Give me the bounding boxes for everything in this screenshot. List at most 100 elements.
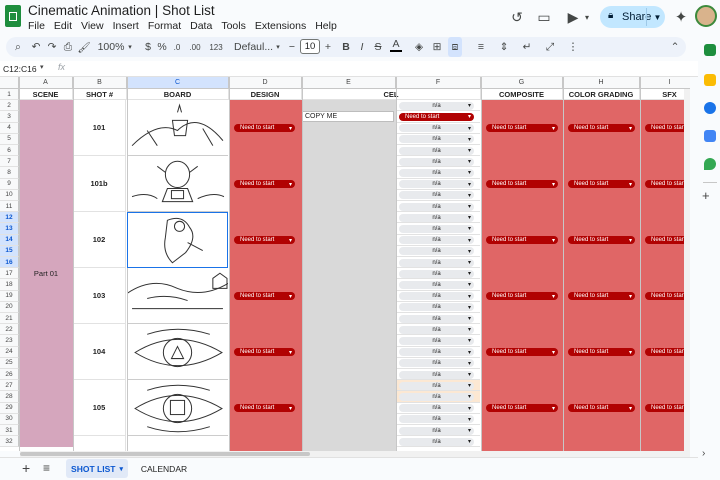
cel-na-chip[interactable]: n/a: [399, 314, 474, 323]
menu-item-edit[interactable]: Edit: [54, 20, 72, 32]
column-header-a[interactable]: A: [19, 77, 73, 89]
currency-format-button[interactable]: $: [142, 37, 154, 57]
row-header[interactable]: 31: [0, 425, 19, 437]
cel-na-chip[interactable]: n/a: [399, 437, 474, 446]
status-chip[interactable]: Need to start: [568, 404, 635, 413]
status-chip[interactable]: Need to start: [234, 404, 295, 413]
row-header[interactable]: 7: [0, 156, 19, 168]
merge-cells-icon[interactable]: ⧈: [448, 37, 462, 57]
cel-na-chip[interactable]: n/a: [399, 135, 474, 144]
status-chip[interactable]: Need to start: [486, 124, 558, 133]
strikethrough-button[interactable]: S: [372, 37, 384, 57]
column-header-g[interactable]: G: [481, 77, 563, 89]
row-header[interactable]: 6: [0, 145, 19, 157]
search-menus-icon[interactable]: ⌕: [10, 37, 26, 57]
cel-na-chip[interactable]: n/a: [399, 325, 474, 334]
cel-na-chip[interactable]: n/a: [399, 280, 474, 289]
cel-na-chip[interactable]: n/a: [399, 146, 474, 155]
row-header[interactable]: 2: [0, 100, 19, 112]
cel-na-chip[interactable]: n/a: [399, 168, 474, 177]
status-chip[interactable]: Need to start: [486, 292, 558, 301]
cel-na-chip[interactable]: n/a: [399, 213, 474, 222]
menu-item-data[interactable]: Data: [190, 20, 212, 32]
avatar[interactable]: [695, 5, 717, 27]
header-scene[interactable]: SCENE: [19, 89, 73, 101]
shot-number-cell[interactable]: 101: [73, 100, 126, 157]
cel-na-chip[interactable]: n/a: [399, 381, 474, 390]
row-header[interactable]: 26: [0, 369, 19, 381]
status-chip[interactable]: Need to start: [568, 180, 635, 189]
cel-na-chip[interactable]: n/a: [399, 202, 474, 211]
name-box-caret-icon[interactable]: ▾: [40, 63, 44, 71]
cel-na-chip[interactable]: n/a: [399, 269, 474, 278]
row-header[interactable]: 9: [0, 178, 19, 190]
status-chip[interactable]: Need to start: [486, 180, 558, 189]
row-header[interactable]: 3: [0, 111, 19, 123]
vertical-align-icon[interactable]: ⇕: [497, 37, 511, 57]
column-header-b[interactable]: B: [73, 77, 127, 89]
comments-icon[interactable]: ▭: [533, 6, 555, 28]
cel-na-chip[interactable]: n/a: [399, 124, 474, 133]
tasks-icon[interactable]: [704, 102, 716, 114]
menu-item-extensions[interactable]: Extensions: [255, 20, 306, 32]
cel-na-chip[interactable]: n/a: [399, 236, 474, 245]
storyboard-image[interactable]: [127, 324, 228, 381]
font-size-input[interactable]: 10: [300, 39, 320, 54]
shot-number-cell[interactable]: 105: [73, 380, 126, 437]
cel-na-chip[interactable]: n/a: [399, 348, 474, 357]
font-select[interactable]: Defaul...: [234, 37, 278, 57]
cel-na-chip[interactable]: n/a: [399, 180, 474, 189]
history-icon[interactable]: ↺: [506, 6, 528, 28]
cel-na-chip[interactable]: n/a: [399, 224, 474, 233]
header-composite[interactable]: COMPOSITE: [481, 89, 563, 101]
row-header[interactable]: 27: [0, 380, 19, 392]
scrollbar-thumb[interactable]: [20, 452, 310, 456]
vertical-scrollbar[interactable]: [684, 89, 690, 451]
row-header[interactable]: 1: [0, 89, 19, 101]
cel-na-chip[interactable]: n/a: [399, 426, 474, 435]
gemini-sparkle-icon[interactable]: ✦: [670, 6, 692, 28]
number-format-button[interactable]: 123: [207, 37, 225, 57]
status-chip[interactable]: Need to start: [486, 404, 558, 413]
cel-na-chip[interactable]: n/a: [399, 191, 474, 200]
cel-na-chip[interactable]: n/a: [399, 404, 474, 413]
tab-calendar[interactable]: CALENDAR: [136, 459, 192, 478]
tab-shot-list[interactable]: SHOT LIST ▾: [66, 459, 128, 478]
maps-icon[interactable]: [704, 158, 716, 170]
row-header[interactable]: 28: [0, 391, 19, 403]
header-shot[interactable]: SHOT #: [73, 89, 127, 101]
status-chip[interactable]: Need to start: [568, 124, 635, 133]
menu-item-insert[interactable]: Insert: [113, 20, 139, 32]
share-menu-caret-icon[interactable]: ▼: [650, 6, 665, 28]
row-header[interactable]: 18: [0, 279, 19, 291]
storyboard-image[interactable]: [127, 100, 228, 157]
more-tools-icon[interactable]: ⋮: [566, 37, 580, 57]
status-chip[interactable]: Need to start: [568, 236, 635, 245]
status-chip[interactable]: Need to start: [568, 292, 635, 301]
storyboard-image[interactable]: [127, 268, 228, 325]
horizontal-align-icon[interactable]: ≡: [474, 37, 488, 57]
status-chip[interactable]: Need to start: [486, 348, 558, 357]
add-addon-icon[interactable]: +: [702, 188, 710, 203]
row-header[interactable]: 10: [0, 189, 19, 201]
storyboard-image[interactable]: [127, 156, 228, 213]
row-header[interactable]: 29: [0, 402, 19, 414]
column-header-i[interactable]: I: [640, 77, 690, 89]
row-header[interactable]: 19: [0, 290, 19, 302]
all-sheets-icon[interactable]: ≡: [43, 461, 50, 475]
cel-na-chip[interactable]: n/a: [399, 359, 474, 368]
menu-item-tools[interactable]: Tools: [221, 20, 246, 32]
column-header-h[interactable]: H: [563, 77, 640, 89]
cel-na-chip[interactable]: n/a: [399, 370, 474, 379]
spreadsheet-grid[interactable]: Part 01101Need to startNeed to startNeed…: [0, 77, 690, 451]
column-header-f[interactable]: F: [396, 77, 481, 89]
row-header[interactable]: 21: [0, 313, 19, 325]
shot-number-cell[interactable]: 101b: [73, 156, 126, 213]
cel-na-chip[interactable]: n/a: [399, 157, 474, 166]
status-chip[interactable]: Need to start: [234, 292, 295, 301]
font-caret-icon[interactable]: ▾: [274, 37, 282, 57]
shot-number-cell[interactable]: 102: [73, 212, 126, 269]
row-header[interactable]: 22: [0, 324, 19, 336]
row-header[interactable]: 5: [0, 133, 19, 145]
storyboard-image[interactable]: [127, 436, 228, 451]
